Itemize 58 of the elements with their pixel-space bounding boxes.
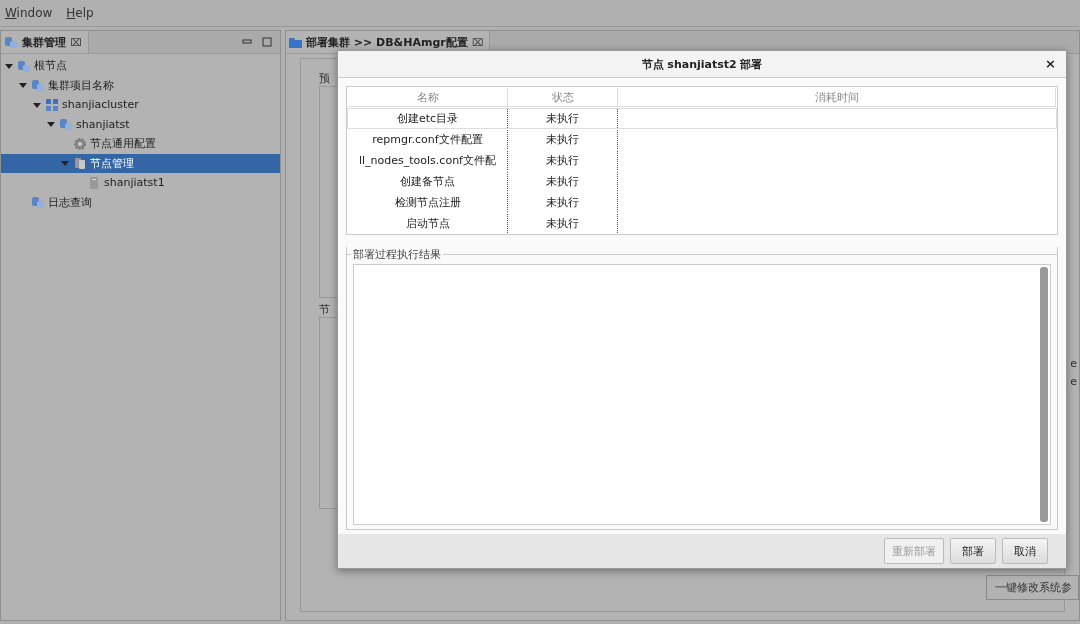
folder-icon xyxy=(289,36,302,48)
minimize-icon[interactable] xyxy=(242,37,252,47)
table-cell: 未执行 xyxy=(508,109,618,128)
table-cell: 创建etc目录 xyxy=(348,109,508,128)
tree-item[interactable]: shanjiatst xyxy=(1,114,280,134)
table-row[interactable]: 创建etc目录 未执行 xyxy=(347,108,1057,129)
table-cell: 未执行 xyxy=(508,193,618,212)
group-label: 节 xyxy=(319,302,331,317)
close-icon[interactable]: ⌧ xyxy=(471,36,484,48)
gear-icon xyxy=(73,136,87,151)
table-cell: 未执行 xyxy=(508,214,618,233)
group-label: 预 xyxy=(319,71,331,86)
tree-item[interactable]: shanjiatst1 xyxy=(1,173,280,193)
table-cell: 未执行 xyxy=(508,151,618,170)
cluster-icon xyxy=(45,97,59,112)
database-icon xyxy=(17,58,31,73)
group-label: 部署过程执行结果 xyxy=(352,247,442,262)
tree-item[interactable]: 节点管理 xyxy=(1,153,280,173)
table-row[interactable]: 检测节点注册 未执行 xyxy=(347,192,1057,213)
table-cell: 未执行 xyxy=(508,172,618,191)
tree-item[interactable]: 节点通用配置 xyxy=(1,134,280,154)
table-cell: ll_nodes_tools.conf文件配 xyxy=(348,151,508,170)
menu-item[interactable]: Help xyxy=(66,6,94,20)
dialog-button[interactable]: 取消 xyxy=(1002,538,1048,564)
column-header[interactable]: 状态 xyxy=(508,88,618,107)
close-icon[interactable]: ⌧ xyxy=(70,36,82,48)
table-cell: 启动节点 xyxy=(348,214,508,233)
dialog-title: 节点 shanjiatst2 部署 xyxy=(641,56,763,72)
panel-tab[interactable]: 集群管理 ⌧ xyxy=(1,31,89,53)
tree-item[interactable]: 集群项目名称 xyxy=(1,75,280,95)
server-icon xyxy=(87,175,101,190)
table-row[interactable]: repmgr.conf文件配置 未执行 xyxy=(347,129,1057,150)
table-row[interactable]: ll_nodes_tools.conf文件配 未执行 xyxy=(347,150,1057,171)
tree-item[interactable]: shanjiacluster xyxy=(1,95,280,115)
servers-icon xyxy=(73,156,87,171)
table-cell: e xyxy=(1070,375,1077,388)
tree-item[interactable]: 根节点 xyxy=(1,56,280,76)
close-icon[interactable]: × xyxy=(1045,56,1056,71)
table-cell: 未执行 xyxy=(508,130,618,149)
database-icon xyxy=(59,117,73,132)
database-icon xyxy=(4,35,18,49)
table-cell: 检测节点注册 xyxy=(348,193,508,212)
table-row[interactable]: 启动节点 未执行 xyxy=(347,213,1057,234)
editor-tab[interactable]: 部署集群 >> DB&HAmgr配置 ⌧ xyxy=(286,31,491,53)
modify-button[interactable]: 一键修改系统参 xyxy=(986,575,1079,600)
scrollbar[interactable] xyxy=(1040,267,1048,522)
database-icon xyxy=(31,78,45,93)
maximize-icon[interactable] xyxy=(262,37,272,47)
table-row[interactable]: 创建备节点 未执行 xyxy=(347,171,1057,192)
dialog-button[interactable]: 部署 xyxy=(950,538,996,564)
menu-item[interactable]: Window xyxy=(5,6,53,20)
table-cell: repmgr.conf文件配置 xyxy=(348,130,508,149)
column-header[interactable]: 名称 xyxy=(348,88,508,107)
database-icon xyxy=(31,195,45,210)
table-cell: 创建备节点 xyxy=(348,172,508,191)
tree-item[interactable]: 日志查询 xyxy=(1,192,280,212)
table-cell: e xyxy=(1070,357,1077,370)
column-header[interactable]: 消耗时间 xyxy=(618,88,1056,107)
